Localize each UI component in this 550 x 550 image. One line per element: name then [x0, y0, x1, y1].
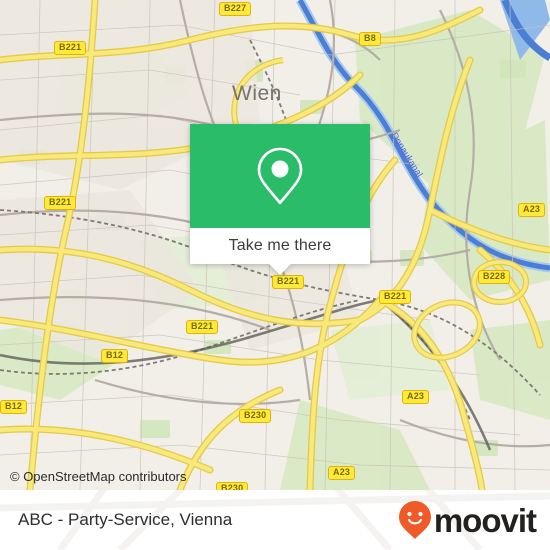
callout-tail-icon: [269, 264, 291, 275]
callout-icon-area: [190, 124, 370, 228]
road-shield: B12: [101, 349, 129, 363]
moovit-place-card: Wien Donaukanal B227 B8 B221 B221 A23 B221 B22…: [0, 0, 550, 550]
osm-attribution: © OpenStreetMap contributors: [10, 469, 187, 484]
road-shield: B228: [478, 270, 511, 284]
map-canvas[interactable]: Wien Donaukanal B227 B8 B221 B221 A23 B221 B22…: [0, 0, 550, 490]
moovit-logo[interactable]: moovit: [398, 500, 537, 540]
road-shield: A23: [518, 203, 546, 217]
moovit-pin-smiley-icon: [398, 501, 431, 539]
place-title: ABC - Party-Service, Vienna: [18, 510, 233, 529]
road-shield: B8: [359, 32, 381, 46]
road-shield: B12: [0, 400, 28, 414]
road-shield: B221: [272, 275, 305, 289]
road-shield: B230: [239, 409, 272, 423]
map-city-label: Wien: [232, 82, 282, 105]
map-pin-icon: [257, 147, 303, 205]
take-me-there-callout[interactable]: Take me there: [190, 124, 370, 275]
road-shield: A23: [402, 390, 430, 404]
take-me-there-label: Take me there: [228, 237, 332, 254]
road-shield: B227: [219, 2, 252, 16]
callout-action-area[interactable]: Take me there: [190, 228, 370, 275]
road-shield: B230: [216, 482, 249, 490]
road-shield: B221: [44, 196, 77, 210]
road-shield: A23: [328, 466, 356, 480]
road-shield: B221: [379, 290, 412, 304]
road-shield: B221: [54, 41, 87, 55]
road-shield: B221: [186, 320, 219, 334]
moovit-wordmark: moovit: [433, 501, 537, 539]
footer-bar: ABC - Party-Service, Vienna moovit: [0, 490, 550, 550]
